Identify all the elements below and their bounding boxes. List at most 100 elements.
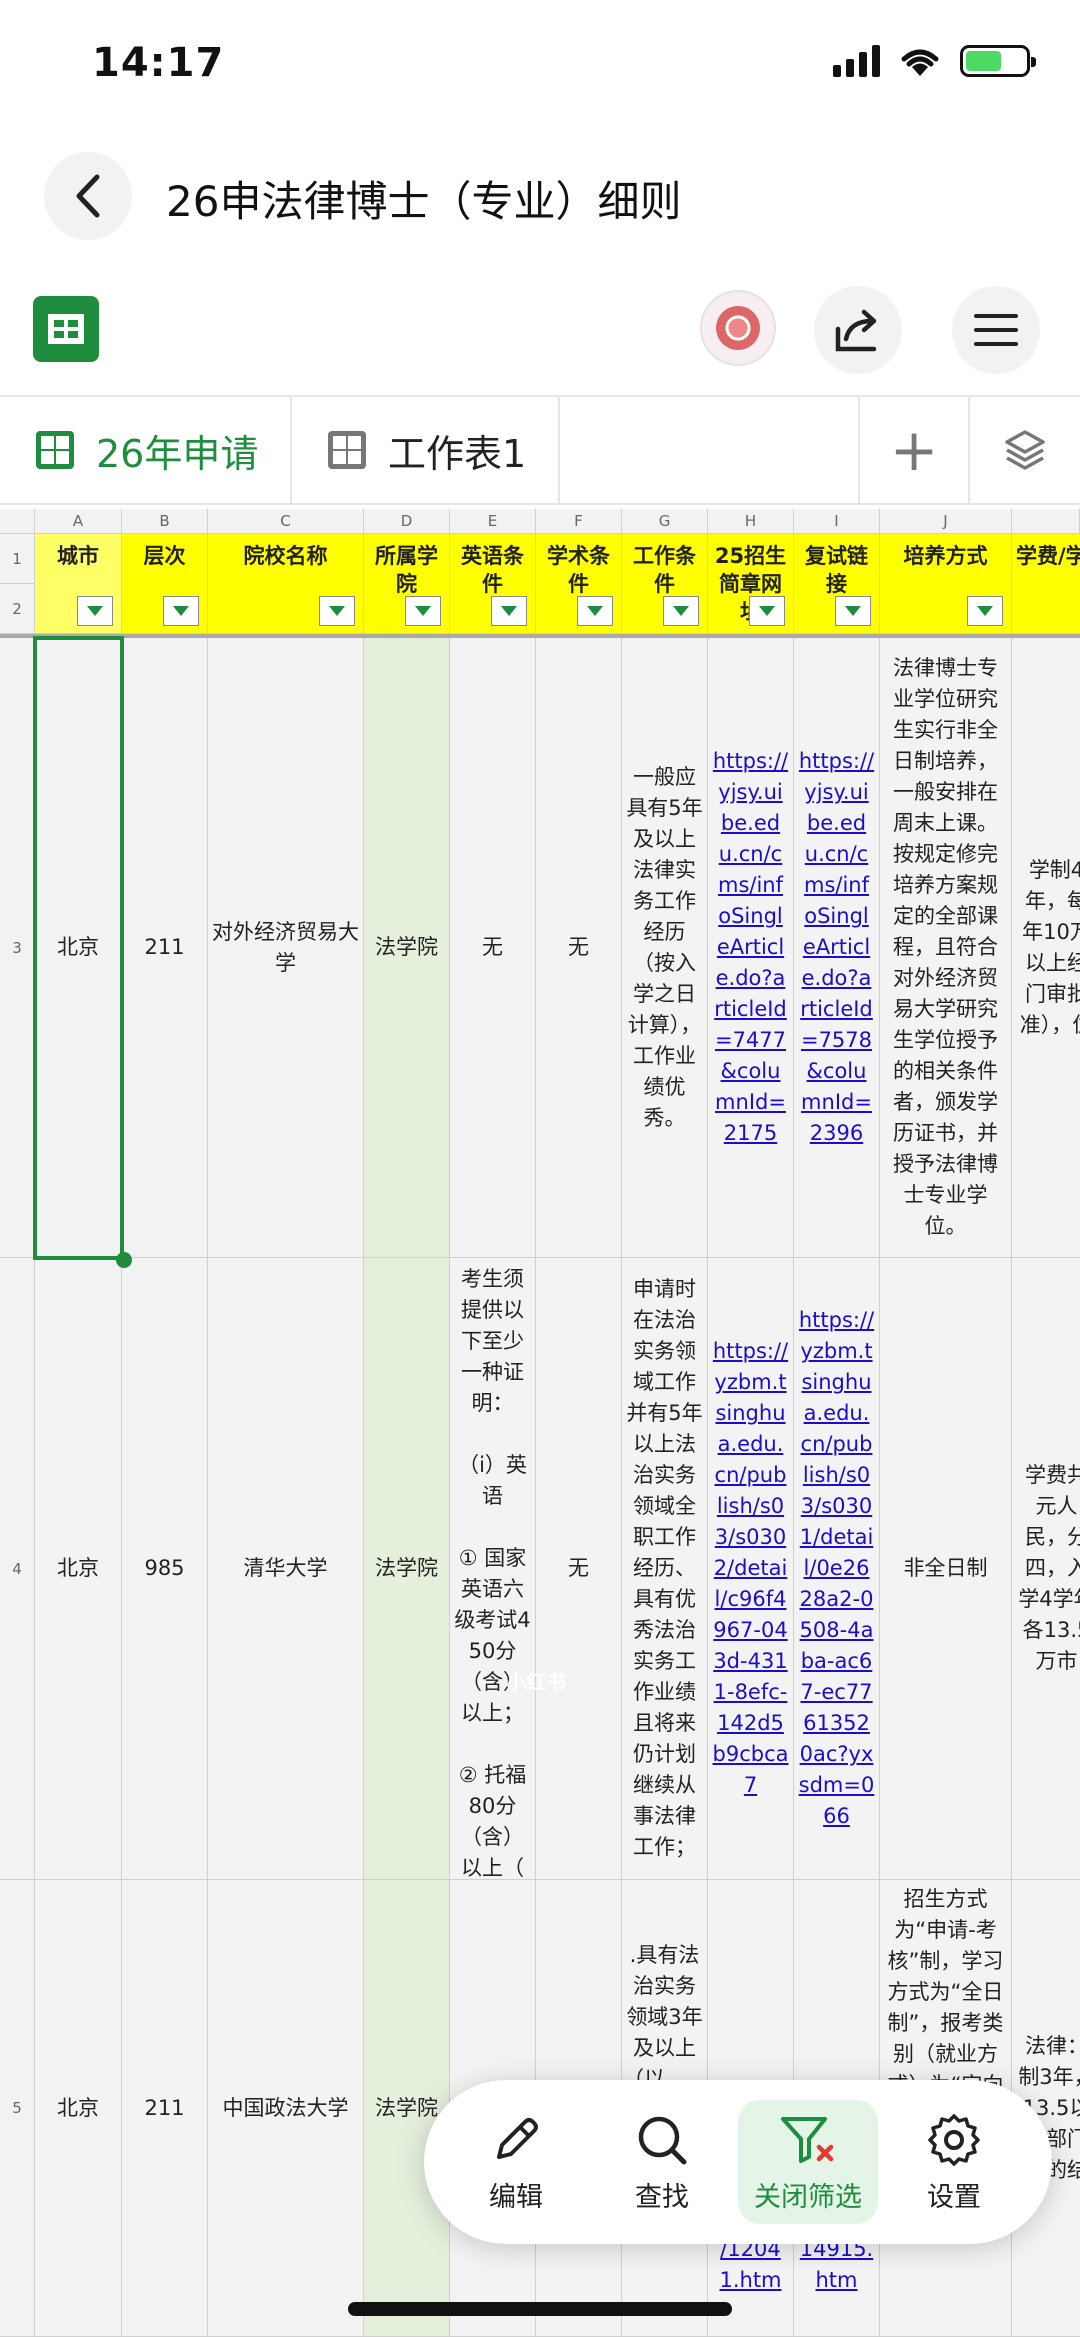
header-cell-college[interactable]: 所属学院 [364,534,450,634]
cell-i3-link[interactable]: https://yjsy.uibe.edu.cn/cms/infoSingleA… [794,638,880,1258]
status-icons [833,44,1036,78]
header-cell-brochure[interactable]: 25招生简章网址 [708,534,794,634]
header-cell-level[interactable]: 层次 [122,534,208,634]
cell-k3[interactable]: 学制4年，每年10万以上经门审批准），住 [1012,638,1080,1258]
cell-b5[interactable]: 211 [122,1880,208,2337]
close-filter-button[interactable]: 关闭筛选 [738,2100,878,2224]
wifi-icon [901,49,939,76]
selection-handle[interactable] [116,1252,132,1268]
row-header-4[interactable]: 4 [0,1258,35,1880]
sheet-list-button[interactable] [970,397,1080,503]
back-button[interactable] [44,152,132,240]
filter-dropdown-icon[interactable] [749,596,785,626]
sheet-tab-26-apply[interactable]: 26年申请 [0,397,292,503]
close-filter-label: 关闭筛选 [754,2181,862,2213]
cell-j3[interactable]: 法律博士专业学位研究生实行非全日制培养，一般安排在周末上课。按规定修完培养方案规… [880,638,1012,1258]
filter-dropdown-icon[interactable] [967,596,1003,626]
cell-d4[interactable]: 法学院 [364,1258,450,1880]
cell-h4-link[interactable]: https://yzbm.tsinghua.edu.cn/publish/s03… [708,1258,794,1880]
menu-button[interactable] [952,286,1040,374]
filter-dropdown-icon[interactable] [577,596,613,626]
cell-d3[interactable]: 法学院 [364,638,450,1258]
column-header-b[interactable]: B [122,509,208,534]
cell-k4[interactable]: 学费共元人民，分四，入学4学年各13.5万市 [1012,1258,1080,1880]
cell-c3[interactable]: 对外经济贸易大学 [208,638,364,1258]
cell-f3[interactable]: 无 [536,638,622,1258]
row-header-5[interactable]: 5 [0,1880,35,2337]
chevron-left-icon [76,174,100,218]
find-button[interactable]: 查找 [592,2100,732,2224]
filter-off-icon [781,2116,834,2163]
document-title: 26申法律博士（专业）细则 [166,177,682,226]
column-header-a[interactable]: A [35,509,122,534]
gear-icon [928,2113,980,2166]
cell-c4[interactable]: 清华大学 [208,1258,364,1880]
cell-a5[interactable]: 北京 [35,1880,122,2337]
row-header-1[interactable]: 1 [0,534,35,584]
column-header-d[interactable]: D [364,509,450,534]
cell-e4[interactable]: 考生须提供以下至少一种证明： （i）英语 ① 国家英语六级考试450分（含）以上… [450,1258,536,1880]
header-cell-english[interactable]: 英语条件 [450,534,536,634]
header-cell-retest[interactable]: 复试链接 [794,534,880,634]
cell-j4[interactable]: 非全日制 [880,1258,1012,1880]
column-header-g[interactable]: G [622,509,708,534]
share-button[interactable] [814,286,902,374]
home-indicator [348,2302,732,2316]
header-cell-fee[interactable]: 学费/学制 [1012,534,1080,634]
header-cell-city[interactable]: 城市 [35,534,122,634]
sheet-tab-sheet1[interactable]: 工作表1 [292,397,560,503]
add-sheet-button[interactable]: + [860,397,970,503]
cell-f4[interactable]: 无 [536,1258,622,1880]
select-all-corner[interactable] [0,509,35,534]
sheet-tab-label: 工作表1 [388,431,527,476]
cell-e3[interactable]: 无 [450,638,536,1258]
sheet-tab-label: 26年申请 [96,431,259,476]
settings-button[interactable]: 设置 [884,2100,1024,2224]
column-header-i[interactable]: I [794,509,880,534]
filter-dropdown-icon[interactable] [77,596,113,626]
cell-d5[interactable]: 法学院 [364,1880,450,2337]
sheet-grid-icon [328,431,366,469]
layers-icon [1005,430,1045,470]
header-cell-academic[interactable]: 学术条件 [536,534,622,634]
row-header-3[interactable]: 3 [0,638,35,1258]
column-header-f[interactable]: F [536,509,622,534]
filter-dropdown-icon[interactable] [163,596,199,626]
cell-h3-link[interactable]: https://yjsy.uibe.edu.cn/cms/infoSingleA… [708,638,794,1258]
filter-dropdown-icon[interactable] [491,596,527,626]
row-header-2[interactable]: 2 [0,584,35,634]
share-icon [835,309,877,352]
cell-i4-link[interactable]: https://yzbm.tsinghua.edu.cn/publish/s03… [794,1258,880,1880]
sheet-tab-bar: 26年申请 工作表1 + [0,395,1080,505]
spreadsheet-grid[interactable]: A B C D E F G H I J 1 2 3 4 5 城市 层次 院校名称… [0,509,1080,2337]
header-cell-school[interactable]: 院校名称 [208,534,364,634]
header-cell-work[interactable]: 工作条件 [622,534,708,634]
filter-dropdown-icon[interactable] [663,596,699,626]
column-header-j[interactable]: J [880,509,1012,534]
pencil-icon [497,2117,538,2159]
find-label: 查找 [635,2181,689,2213]
user-avatar[interactable] [700,290,776,366]
battery-icon [960,45,1036,77]
cell-b4[interactable]: 985 [122,1258,208,1880]
search-icon [638,2116,687,2164]
column-header-c[interactable]: C [208,509,364,534]
column-header-h[interactable]: H [708,509,794,534]
header-cell-training[interactable]: 培养方式 [880,534,1012,634]
edit-button[interactable]: 编辑 [446,2100,586,2224]
column-header-e[interactable]: E [450,509,536,534]
cell-g3[interactable]: 一般应具有5年及以上法律实务工作经历（按入学之日计算），工作业绩优秀。 [622,638,708,1258]
hamburger-menu-icon [974,314,1018,346]
filter-dropdown-icon[interactable] [319,596,355,626]
edit-label: 编辑 [489,2181,543,2213]
sheets-app-icon [33,296,99,362]
cell-b3[interactable]: 211 [122,638,208,1258]
sheet-grid-icon [36,431,74,469]
filter-dropdown-icon[interactable] [835,596,871,626]
column-header-k[interactable] [1012,509,1080,534]
cell-g4[interactable]: 申请时在法治实务领域工作并有5年以上法治实务领域全职工作经历、具有优秀法治实务工… [622,1258,708,1880]
cell-a4[interactable]: 北京 [35,1258,122,1880]
cell-c5[interactable]: 中国政法大学 [208,1880,364,2337]
bottom-toolbar: 编辑 查找 关闭筛选 设置 [424,2080,1052,2244]
filter-dropdown-icon[interactable] [405,596,441,626]
